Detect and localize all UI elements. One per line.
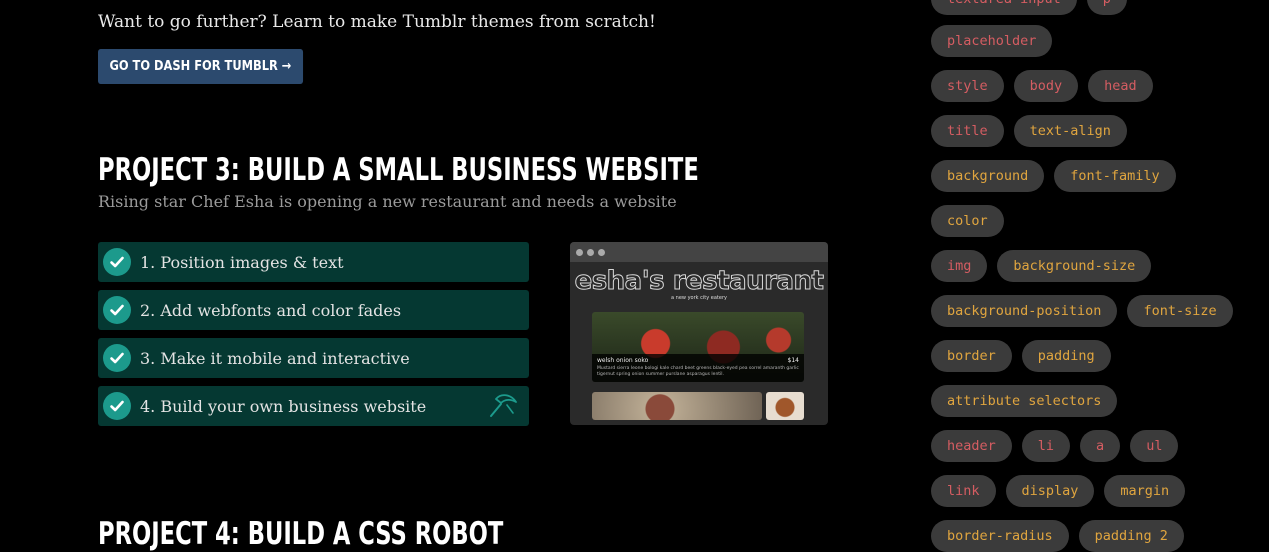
dish-description: Mustard sierra leone bologi kale chard b… xyxy=(597,366,799,377)
tag-chip[interactable]: background-position xyxy=(931,295,1118,327)
tag-chip[interactable]: display xyxy=(1005,475,1095,507)
tag-chip[interactable]: style xyxy=(931,70,1004,102)
tag-chip[interactable]: color xyxy=(931,205,1004,237)
tag-chip[interactable]: padding xyxy=(1021,340,1111,372)
project-3-title: PROJECT 3: BUILD A SMALL BUSINESS WEBSIT… xyxy=(98,152,699,188)
lesson-item[interactable]: 4. Build your own business website xyxy=(98,386,529,426)
tag-chip[interactable]: head xyxy=(1088,70,1153,102)
preview-thumbnails xyxy=(592,392,804,420)
project-4-title: PROJECT 4: BUILD A CSS ROBOT xyxy=(98,516,504,552)
tag-chip[interactable]: font-size xyxy=(1127,295,1233,327)
go-to-dash-button[interactable]: GO TO DASH FOR TUMBLR → xyxy=(98,49,303,84)
tag-chip[interactable]: font-family xyxy=(1054,160,1176,192)
tag-chip[interactable]: placeholder xyxy=(931,25,1053,57)
tag-chip[interactable]: body xyxy=(1013,70,1079,102)
tag-row: placeholder xyxy=(931,25,1053,57)
checkmark-icon xyxy=(103,344,131,372)
tag-row: header li a ul xyxy=(931,430,1179,462)
tag-chip[interactable]: li xyxy=(1021,430,1071,462)
lesson-label: 3. Make it mobile and interactive xyxy=(140,348,410,368)
tag-chip[interactable]: border-radius xyxy=(931,520,1069,552)
tag-chip[interactable]: attribute selectors xyxy=(931,385,1118,417)
checkmark-icon xyxy=(103,248,131,276)
lesson-item[interactable]: 2. Add webfonts and color fades xyxy=(98,290,529,330)
tag-row: border padding xyxy=(931,340,1111,372)
checkmark-icon xyxy=(103,392,131,420)
project-3-subtitle: Rising star Chef Esha is opening a new r… xyxy=(98,192,677,211)
tag-row: attribute selectors xyxy=(931,385,1118,417)
tag-row: background-position font-size xyxy=(931,295,1233,327)
tag-chip[interactable]: margin xyxy=(1104,475,1186,507)
tag-row: textarea input p xyxy=(931,0,1127,15)
tag-chip[interactable]: ul xyxy=(1130,430,1179,462)
dish-caption: welsh onion soko $14 Mustard sierra leon… xyxy=(592,354,804,382)
tag-row: style body head xyxy=(931,70,1153,102)
restaurant-preview: esha's restaurant a new york city eatery… xyxy=(570,242,828,425)
tag-chip[interactable]: header xyxy=(931,430,1012,462)
tag-row: img background-size xyxy=(931,250,1152,282)
lesson-label: 4. Build your own business website xyxy=(140,396,427,416)
lesson-item[interactable]: 1. Position images & text xyxy=(98,242,529,282)
window-dot-icon xyxy=(576,248,583,256)
lesson-item[interactable]: 3. Make it mobile and interactive xyxy=(98,338,529,378)
tag-row: background font-family xyxy=(931,160,1176,192)
tag-chip[interactable]: p xyxy=(1086,0,1127,15)
tag-chip[interactable]: background-size xyxy=(997,250,1152,282)
food-thumbnail xyxy=(592,392,762,420)
browser-bar xyxy=(570,242,828,262)
checkmark-icon xyxy=(103,296,131,324)
lesson-label: 2. Add webfonts and color fades xyxy=(140,300,402,320)
tag-chip[interactable]: a xyxy=(1080,430,1121,462)
tag-chip[interactable]: border xyxy=(931,340,1012,372)
food-thumbnail xyxy=(766,392,804,420)
dish-name: welsh onion soko xyxy=(597,357,649,364)
tag-row: border-radius padding 2 xyxy=(931,520,1184,552)
lesson-label: 1. Position images & text xyxy=(140,252,344,272)
preview-site-title: esha's restaurant xyxy=(574,266,824,297)
dish-price: $14 xyxy=(787,357,799,364)
tag-row: link display margin xyxy=(931,475,1186,507)
pickaxe-icon xyxy=(487,392,519,424)
promo-text: Want to go further? Learn to make Tumblr… xyxy=(98,12,656,32)
window-dot-icon xyxy=(587,248,594,256)
tag-chip[interactable]: text-align xyxy=(1013,115,1127,147)
lesson-list: 1. Position images & text 2. Add webfont… xyxy=(98,242,529,434)
tag-chip[interactable]: textarea input xyxy=(931,0,1077,15)
tag-chip[interactable]: img xyxy=(931,250,988,282)
tag-row: color xyxy=(931,205,1004,237)
window-dot-icon xyxy=(598,248,605,256)
tag-row: title text-align xyxy=(931,115,1127,147)
tag-chip[interactable]: padding 2 xyxy=(1078,520,1184,552)
preview-dish-card: welsh onion soko $14 Mustard sierra leon… xyxy=(592,312,804,382)
tag-chip[interactable]: title xyxy=(931,115,1004,147)
tag-chip[interactable]: background xyxy=(931,160,1045,192)
tag-chip[interactable]: link xyxy=(931,475,996,507)
